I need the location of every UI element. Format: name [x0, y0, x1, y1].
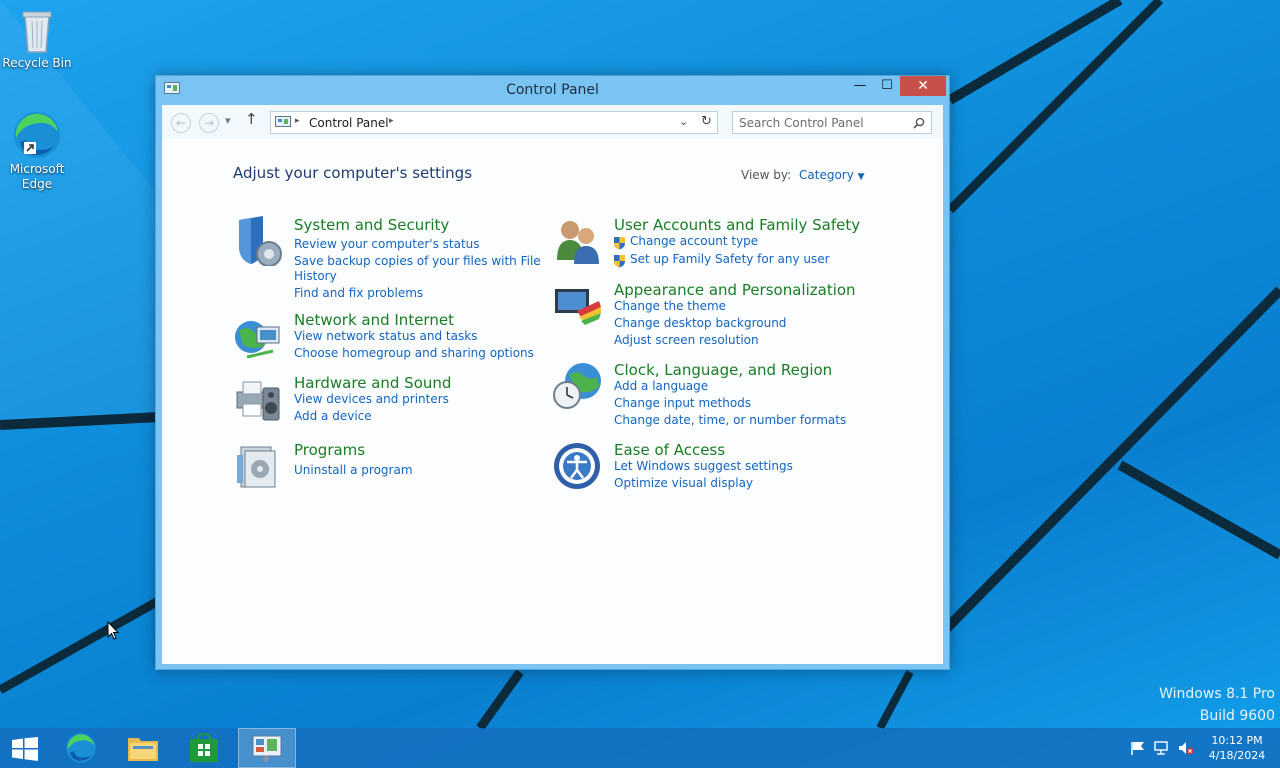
- clock-date: 4/18/2024: [1208, 749, 1266, 762]
- category-appearance: Appearance and Personalization Change th…: [553, 281, 883, 351]
- window-title: Control Panel: [506, 82, 599, 98]
- content-area: Adjust your computer's settings View by:…: [162, 139, 943, 664]
- link-family-safety[interactable]: Set up Family Safety for any user: [630, 252, 830, 266]
- category-clock-language: Clock, Language, and Region Add a langua…: [553, 361, 883, 431]
- edge-icon: [14, 112, 60, 158]
- dropdown-arrow-icon[interactable]: ▼: [858, 172, 865, 182]
- link-review-status[interactable]: Review your computer's status: [294, 237, 480, 251]
- link-change-account-type[interactable]: Change account type: [630, 234, 758, 248]
- view-by-dropdown[interactable]: Category ▼: [799, 168, 865, 182]
- category-title-appearance[interactable]: Appearance and Personalization: [614, 281, 856, 299]
- category-ease-of-access: Ease of Access Let Windows suggest setti…: [553, 441, 883, 493]
- taskbar-edge[interactable]: [52, 728, 110, 768]
- search-box[interactable]: [732, 111, 932, 134]
- edge-icon: [66, 733, 96, 763]
- windows-logo-icon: [12, 737, 38, 761]
- search-icon[interactable]: [913, 117, 925, 129]
- category-user-accounts: User Accounts and Family Safety Change a…: [553, 216, 883, 268]
- desktop-icon-label: Microsoft Edge: [9, 162, 65, 191]
- taskbar-file-explorer[interactable]: [114, 728, 172, 768]
- close-button[interactable]: ✕: [900, 76, 946, 96]
- link-desktop-background[interactable]: Change desktop background: [614, 316, 786, 330]
- taskbar-control-panel[interactable]: [238, 728, 296, 768]
- link-uninstall[interactable]: Uninstall a program: [294, 463, 413, 477]
- link-add-device[interactable]: Add a device: [294, 409, 372, 423]
- link-add-language[interactable]: Add a language: [614, 379, 708, 393]
- taskbar: 10:12 PM 4/18/2024: [0, 728, 1280, 768]
- folder-icon: [128, 738, 158, 761]
- link-find-fix[interactable]: Find and fix problems: [294, 286, 423, 300]
- link-save-backup[interactable]: Save backup copies of your files with Fi…: [294, 254, 541, 268]
- clock-globe-icon: [553, 363, 601, 409]
- category-hardware-sound: Hardware and Sound View devices and prin…: [233, 374, 533, 426]
- page-title: Adjust your computer's settings: [233, 164, 473, 182]
- appearance-monitor-icon: [555, 289, 601, 325]
- address-bar[interactable]: ▸ Control Panel ▸ ⌄ ↻: [270, 111, 718, 134]
- link-save-backup-cont[interactable]: History: [294, 269, 337, 283]
- breadcrumb-chevron-icon[interactable]: ▸: [389, 116, 394, 126]
- network-globe-icon: [235, 321, 280, 359]
- navigation-bar: ← → ▾ ↑ ▸ Control Panel ▸ ⌄ ↻: [162, 105, 943, 139]
- title-bar[interactable]: Control Panel — ☐ ✕: [156, 76, 949, 105]
- control-panel-small-icon: [275, 116, 291, 127]
- category-title-user-accounts[interactable]: User Accounts and Family Safety: [614, 216, 860, 234]
- category-system-security: System and Security Review your computer…: [233, 216, 541, 306]
- users-icon: [557, 221, 599, 264]
- category-network-internet: Network and Internet View network status…: [233, 311, 534, 363]
- breadcrumb-separator-icon[interactable]: ▸: [295, 116, 300, 126]
- link-optimize-display[interactable]: Optimize visual display: [614, 476, 753, 490]
- uac-shield-icon: [614, 237, 625, 250]
- desktop-icon-edge[interactable]: Microsoft Edge: [0, 110, 74, 192]
- category-title-system-security[interactable]: System and Security: [294, 216, 449, 234]
- up-arrow-icon[interactable]: ↑: [245, 110, 258, 128]
- link-screen-resolution[interactable]: Adjust screen resolution: [614, 333, 759, 347]
- category-title-hardware[interactable]: Hardware and Sound: [294, 374, 451, 392]
- desktop-icon-recycle-bin[interactable]: Recycle Bin: [0, 8, 74, 71]
- view-by-value[interactable]: Category: [799, 168, 854, 182]
- windows-version-watermark: Windows 8.1 Pro Build 9600: [1060, 683, 1275, 727]
- forward-arrow-icon[interactable]: →: [199, 113, 219, 133]
- link-suggest-settings[interactable]: Let Windows suggest settings: [614, 459, 793, 473]
- category-programs: Programs Uninstall a program: [233, 441, 533, 488]
- recycle-bin-icon: [22, 11, 52, 53]
- link-network-status[interactable]: View network status and tasks: [294, 329, 477, 343]
- watermark-edition: Windows 8.1 Pro: [1159, 686, 1275, 702]
- volume-muted-icon[interactable]: [1178, 741, 1194, 755]
- search-input[interactable]: [739, 115, 907, 130]
- category-title-network[interactable]: Network and Internet: [294, 311, 454, 329]
- link-devices-printers[interactable]: View devices and printers: [294, 392, 449, 406]
- link-homegroup[interactable]: Choose homegroup and sharing options: [294, 346, 534, 360]
- uac-shield-icon: [614, 255, 625, 268]
- clock-time: 10:12 PM: [1211, 734, 1263, 747]
- store-icon: [190, 733, 218, 762]
- breadcrumb[interactable]: Control Panel: [309, 116, 389, 130]
- maximize-button[interactable]: ☐: [873, 76, 901, 96]
- desktop-icon-label: Recycle Bin: [2, 56, 72, 70]
- refresh-icon[interactable]: ↻: [701, 114, 712, 129]
- action-center-flag-icon[interactable]: [1130, 741, 1146, 755]
- link-change-theme[interactable]: Change the theme: [614, 299, 726, 313]
- link-input-methods[interactable]: Change input methods: [614, 396, 751, 410]
- shield-security-icon: [239, 216, 282, 266]
- network-icon[interactable]: [1154, 741, 1170, 755]
- watermark-build: Build 9600: [1199, 708, 1275, 724]
- programs-icon: [237, 446, 276, 488]
- control-panel-window[interactable]: Control Panel — ☐ ✕ ← → ▾ ↑ ▸ Control Pa…: [155, 75, 950, 670]
- recent-pages-chevron-icon[interactable]: ▾: [225, 114, 231, 127]
- control-panel-icon: [252, 735, 282, 762]
- view-by-label: View by:: [741, 168, 792, 182]
- category-title-clock[interactable]: Clock, Language, and Region: [614, 361, 832, 379]
- category-title-programs[interactable]: Programs: [294, 441, 365, 459]
- category-title-ease-of-access[interactable]: Ease of Access: [614, 441, 725, 459]
- link-date-time-formats[interactable]: Change date, time, or number formats: [614, 413, 846, 427]
- taskbar-store[interactable]: [176, 728, 234, 768]
- mouse-cursor-icon: [107, 621, 119, 640]
- start-button[interactable]: [0, 728, 58, 768]
- address-dropdown-icon[interactable]: ⌄: [679, 115, 688, 128]
- system-clock[interactable]: 10:12 PM 4/18/2024: [1200, 733, 1274, 763]
- ease-of-access-icon: [554, 443, 600, 489]
- back-arrow-icon[interactable]: ←: [171, 113, 191, 133]
- minimize-button[interactable]: —: [846, 76, 874, 96]
- printer-speaker-icon: [236, 381, 280, 421]
